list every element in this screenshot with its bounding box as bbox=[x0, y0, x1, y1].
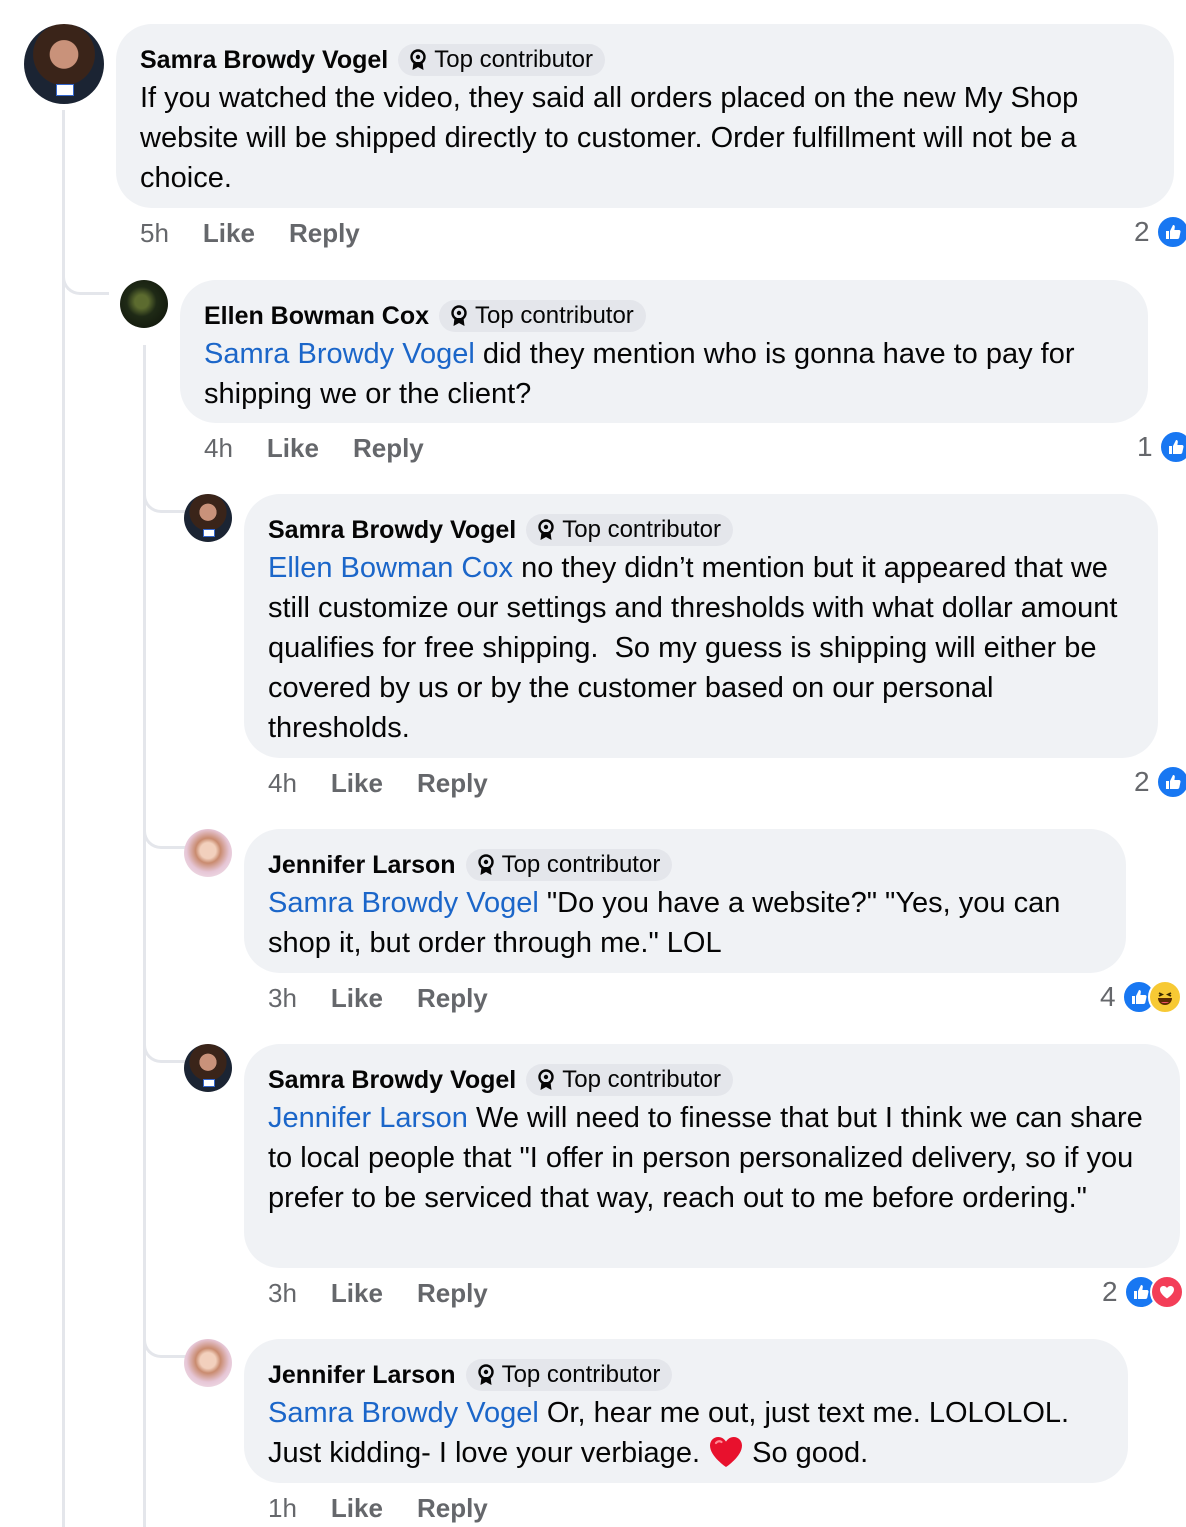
avatar[interactable] bbox=[120, 280, 168, 328]
reaction-count: 2 bbox=[1134, 216, 1150, 247]
red-heart-emoji bbox=[710, 1437, 743, 1467]
reaction-count: 4 bbox=[1100, 981, 1116, 1012]
reaction-summary[interactable]: 2 bbox=[1134, 215, 1186, 249]
like-button[interactable]: Like bbox=[331, 768, 383, 799]
top-contributor-badge[interactable]: Top contributor bbox=[526, 514, 733, 546]
comment-author[interactable]: Jennifer Larson bbox=[268, 851, 456, 880]
comment-time[interactable]: 5h bbox=[140, 218, 169, 249]
comment-text: If you watched the video, they said all … bbox=[140, 82, 1079, 194]
comment-bubble: Ellen Bowman Cox Top contributor Samra B… bbox=[180, 280, 1148, 423]
comment-time[interactable]: 1h bbox=[268, 1493, 297, 1524]
comment-bubble: Samra Browdy Vogel Top contributor Ellen… bbox=[244, 494, 1158, 758]
comment-time[interactable]: 3h bbox=[268, 1278, 297, 1309]
thread-connector bbox=[143, 1036, 186, 1063]
mention-link[interactable]: Samra Browdy Vogel bbox=[268, 1397, 539, 1429]
badge-label: Top contributor bbox=[434, 46, 593, 73]
love-reaction-icon bbox=[1149, 1275, 1184, 1309]
top-contributor-badge[interactable]: Top contributor bbox=[465, 1359, 673, 1391]
like-button[interactable]: Like bbox=[331, 1278, 383, 1309]
comment-bubble: Samra Browdy Vogel Top contributor If yo… bbox=[116, 24, 1174, 208]
comment-actions: 3h Like Reply bbox=[268, 983, 488, 1014]
mention-link[interactable]: Jennifer Larson bbox=[268, 1102, 468, 1134]
haha-reaction-icon bbox=[1147, 980, 1182, 1014]
badge-label: Top contributor bbox=[475, 302, 634, 329]
thread-line-root bbox=[62, 110, 65, 1527]
comment-actions: 1h Like Reply bbox=[268, 1493, 488, 1524]
mention-link[interactable]: Samra Browdy Vogel bbox=[268, 887, 539, 919]
reply-button[interactable]: Reply bbox=[289, 218, 360, 249]
comment-time[interactable]: 4h bbox=[204, 433, 233, 464]
award-badge-icon bbox=[410, 49, 426, 70]
reaction-summary[interactable]: 2 bbox=[1134, 765, 1186, 799]
comment-actions: 4h Like Reply bbox=[204, 433, 424, 464]
reaction-summary[interactable]: 4 bbox=[1100, 980, 1182, 1014]
comment-author[interactable]: Ellen Bowman Cox bbox=[204, 302, 429, 331]
comment-text: Samra Browdy Vogel did they mention who … bbox=[204, 338, 1075, 410]
comment-author[interactable]: Samra Browdy Vogel bbox=[140, 46, 388, 75]
reply-button[interactable]: Reply bbox=[353, 433, 424, 464]
comment-actions: 3h Like Reply bbox=[268, 1278, 488, 1309]
comment-author[interactable]: Samra Browdy Vogel bbox=[268, 516, 516, 545]
like-button[interactable]: Like bbox=[331, 1493, 383, 1524]
award-badge-icon bbox=[451, 305, 467, 326]
reply-button[interactable]: Reply bbox=[417, 1493, 488, 1524]
award-badge-icon bbox=[538, 1069, 554, 1090]
reply-button[interactable]: Reply bbox=[417, 1278, 488, 1309]
badge-label: Top contributor bbox=[501, 851, 661, 878]
comment-actions: 4h Like Reply bbox=[268, 768, 488, 799]
comment-text: Samra Browdy Vogel "Do you have a websit… bbox=[268, 887, 1061, 959]
reaction-summary[interactable]: 1 bbox=[1137, 430, 1186, 464]
comment-actions: 5h Like Reply bbox=[140, 218, 360, 249]
like-button[interactable]: Like bbox=[267, 433, 319, 464]
like-reaction-icon bbox=[1155, 215, 1186, 249]
comment-time[interactable]: 4h bbox=[268, 768, 297, 799]
avatar[interactable] bbox=[184, 1044, 232, 1092]
comment-author[interactable]: Samra Browdy Vogel bbox=[268, 1066, 516, 1095]
comment-time[interactable]: 3h bbox=[268, 983, 297, 1014]
comment-text: Ellen Bowman Cox no they didn’t mention … bbox=[268, 552, 1126, 744]
top-contributor-badge[interactable]: Top contributor bbox=[439, 300, 646, 332]
comment-author[interactable]: Jennifer Larson bbox=[268, 1361, 456, 1390]
reply-button[interactable]: Reply bbox=[417, 983, 488, 1014]
thread-connector bbox=[143, 486, 186, 513]
thread-connector bbox=[143, 1331, 186, 1358]
top-contributor-badge[interactable]: Top contributor bbox=[465, 849, 673, 881]
top-contributor-badge[interactable]: Top contributor bbox=[526, 1064, 733, 1096]
badge-label: Top contributor bbox=[562, 1066, 721, 1093]
comment-bubble: Samra Browdy Vogel Top contributor Jenni… bbox=[244, 1044, 1180, 1268]
top-contributor-badge[interactable]: Top contributor bbox=[398, 44, 605, 76]
award-badge-icon bbox=[477, 1364, 494, 1385]
thread-connector bbox=[143, 822, 186, 849]
badge-label: Top contributor bbox=[501, 1361, 661, 1388]
award-badge-icon bbox=[477, 854, 494, 875]
comment-text: Samra Browdy Vogel Or, hear me out, just… bbox=[268, 1397, 1070, 1469]
thread-connector bbox=[62, 268, 109, 295]
badge-label: Top contributor bbox=[562, 516, 721, 543]
avatar[interactable] bbox=[24, 24, 104, 104]
like-reaction-icon bbox=[1158, 430, 1186, 464]
like-reaction-icon bbox=[1155, 765, 1186, 799]
like-button[interactable]: Like bbox=[331, 983, 383, 1014]
reply-button[interactable]: Reply bbox=[417, 768, 488, 799]
reaction-count: 2 bbox=[1102, 1276, 1118, 1307]
mention-link[interactable]: Samra Browdy Vogel bbox=[204, 338, 475, 370]
mention-link[interactable]: Ellen Bowman Cox bbox=[268, 552, 513, 584]
award-badge-icon bbox=[538, 519, 554, 540]
reaction-count: 2 bbox=[1134, 766, 1150, 797]
comment-text: Jennifer Larson We will need to finesse … bbox=[268, 1102, 1143, 1214]
reaction-summary[interactable]: 2 bbox=[1102, 1275, 1184, 1309]
avatar[interactable] bbox=[184, 494, 232, 542]
avatar[interactable] bbox=[184, 829, 232, 877]
avatar[interactable] bbox=[184, 1339, 232, 1387]
reaction-count: 1 bbox=[1137, 431, 1153, 462]
comment-bubble: Jennifer Larson Top contributor Samra Br… bbox=[244, 1339, 1128, 1483]
comment-bubble: Jennifer Larson Top contributor Samra Br… bbox=[244, 829, 1126, 973]
like-button[interactable]: Like bbox=[203, 218, 255, 249]
